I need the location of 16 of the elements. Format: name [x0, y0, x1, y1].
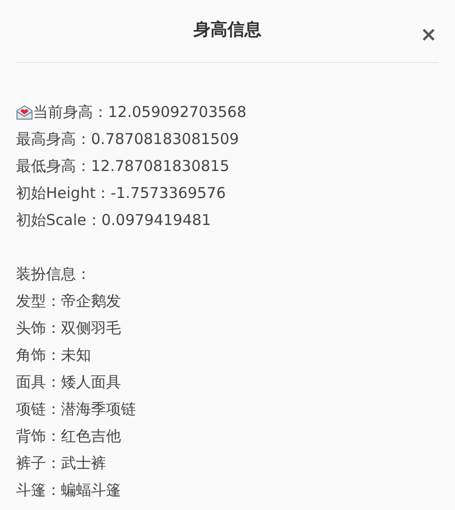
outfit-line: 发型：帝企鹅发 [16, 291, 121, 312]
info-line: 初始Scale：0.0979419481 [16, 210, 212, 231]
close-button[interactable]: × [420, 24, 437, 44]
info-line: 初始Height：-1.7573369576 [16, 183, 226, 204]
outfit-line: 头饰：双侧羽毛 [16, 318, 121, 339]
section-heading: 装扮信息： [16, 264, 91, 285]
outfit-line: 裤子：武士裤 [16, 453, 106, 474]
outfit-line: 面具：矮人面具 [16, 372, 121, 393]
info-line: 最高身高：0.78708183081509 [16, 129, 239, 150]
outfit-line: 项链：潜海季项链 [16, 399, 136, 420]
outfit-line: 角饰：未知 [16, 345, 91, 366]
outfit-line: 背饰：红色吉他 [16, 426, 121, 447]
info-line: 当前身高：12.059092703568 [33, 102, 246, 123]
dialog-title: 身高信息 [194, 19, 262, 42]
outfit-line: 斗篷：蝙蝠斗篷 [16, 480, 121, 501]
info-line: 最低身高：12.787081830815 [16, 156, 230, 177]
